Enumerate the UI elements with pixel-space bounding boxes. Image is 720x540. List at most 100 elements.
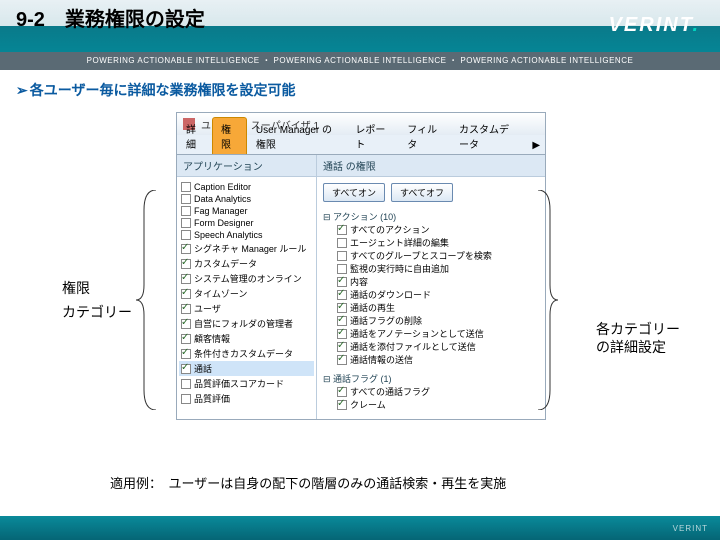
category-label: シグネチャ Manager ルール xyxy=(194,242,306,255)
category-item[interactable]: Form Designer xyxy=(179,217,314,229)
category-item[interactable]: シグネチャ Manager ルール xyxy=(179,241,314,256)
tree-item-label: 通話の再生 xyxy=(350,301,395,314)
checkbox[interactable] xyxy=(181,206,191,216)
tree-item-label: 通話を添付ファイルとして送信 xyxy=(350,340,476,353)
right-panel-header: 通話 の権限 xyxy=(317,155,545,177)
tree-item-label: すべての通話フラグ xyxy=(350,385,430,398)
category-item[interactable]: 条件付きカスタムデータ xyxy=(179,346,314,361)
checkbox[interactable] xyxy=(337,400,347,410)
app-window: ユーザー：スーパバイザ 1 詳細権限User Manager の権限レポートフィ… xyxy=(176,112,546,420)
category-label: Caption Editor xyxy=(194,182,251,192)
tree-item[interactable]: 監視の実行時に自由追加 xyxy=(323,262,539,275)
tree-item[interactable]: すべてのアクション xyxy=(323,223,539,236)
brace-right xyxy=(534,190,558,410)
category-item[interactable]: カスタムデータ xyxy=(179,256,314,271)
category-label: システム管理のオンライン xyxy=(194,272,302,285)
checkbox[interactable] xyxy=(337,290,347,300)
category-list: Caption Editor Data AnalyticsFag ManagerF… xyxy=(177,177,316,410)
tab-3[interactable]: レポート xyxy=(346,117,398,154)
label-category: カテゴリー xyxy=(62,302,132,322)
tree-item[interactable]: すべてのグループとスコープを検索 xyxy=(323,249,539,262)
tree-item[interactable]: 通話フラグの削除 xyxy=(323,314,539,327)
tree-item[interactable]: エージェント詳細の編集 xyxy=(323,236,539,249)
checkbox[interactable] xyxy=(337,387,347,397)
checkbox[interactable] xyxy=(181,218,191,228)
all-off-button[interactable]: すべてオフ xyxy=(391,183,453,202)
tab-overflow-icon[interactable]: ▶ xyxy=(527,136,545,154)
checkbox[interactable] xyxy=(181,319,191,329)
checkbox[interactable] xyxy=(181,379,191,389)
bottom-bar: VERINT xyxy=(0,516,720,540)
tree-item[interactable]: 通話の再生 xyxy=(323,301,539,314)
category-label: 条件付きカスタムデータ xyxy=(194,347,293,360)
tree-item-label: 内容 xyxy=(350,275,368,288)
tree-item[interactable]: 通話を添付ファイルとして送信 xyxy=(323,340,539,353)
category-item[interactable]: Caption Editor xyxy=(179,181,314,193)
checkbox[interactable] xyxy=(181,304,191,314)
tab-1[interactable]: 権限 xyxy=(212,117,247,154)
category-label: Speech Analytics xyxy=(194,230,263,240)
tree-item[interactable]: すべての通話フラグ xyxy=(323,385,539,398)
category-item[interactable]: 品質評価 xyxy=(179,391,314,406)
category-item[interactable]: ユーザ xyxy=(179,301,314,316)
category-label: タイムゾーン xyxy=(194,287,247,300)
checkbox[interactable] xyxy=(181,244,191,254)
checkbox[interactable] xyxy=(181,334,191,344)
category-item[interactable]: Data Analytics xyxy=(179,193,314,205)
checkbox[interactable] xyxy=(337,329,347,339)
all-on-button[interactable]: すべてオン xyxy=(323,183,385,202)
brace-left xyxy=(136,190,160,410)
left-panel-header: アプリケーション xyxy=(177,155,316,177)
category-item[interactable]: Speech Analytics xyxy=(179,229,314,241)
tree-item[interactable]: クレーム xyxy=(323,398,539,411)
brand-logo: VERINT. xyxy=(609,14,700,37)
category-item[interactable]: 自営にフォルダの管理者 xyxy=(179,316,314,331)
bullet-summary: 各ユーザー毎に詳細な業務権限を設定可能 xyxy=(16,80,704,100)
checkbox[interactable] xyxy=(337,303,347,313)
label-detail: 各カテゴリーの詳細設定 xyxy=(596,320,680,356)
tree-group-title[interactable]: ⊟ アクション (10) xyxy=(323,210,539,223)
tree-item[interactable]: 内容 xyxy=(323,275,539,288)
category-label: Data Analytics xyxy=(194,194,251,204)
tab-2[interactable]: User Manager の権限 xyxy=(247,117,346,154)
category-item[interactable]: 品質評価スコアカード xyxy=(179,376,314,391)
tree-item[interactable]: 通話のダウンロード xyxy=(323,288,539,301)
checkbox[interactable] xyxy=(337,264,347,274)
tree-item-label: 通話のダウンロード xyxy=(350,288,431,301)
category-item[interactable]: システム管理のオンライン xyxy=(179,271,314,286)
tree-item[interactable]: 通話をアノテーションとして送信 xyxy=(323,327,539,340)
tagline-bar: POWERING ACTIONABLE INTELLIGENCE ・ POWER… xyxy=(0,52,720,70)
checkbox[interactable] xyxy=(337,277,347,287)
checkbox[interactable] xyxy=(337,225,347,235)
checkbox[interactable] xyxy=(181,349,191,359)
footer-note: 適用例： ユーザーは自身の配下の階層のみの通話検索・再生を実施 xyxy=(110,473,506,492)
category-item[interactable]: Fag Manager xyxy=(179,205,314,217)
category-label: ユーザ xyxy=(194,302,221,315)
tree-item-label: 通話をアノテーションとして送信 xyxy=(350,327,484,340)
checkbox[interactable] xyxy=(337,316,347,326)
checkbox[interactable] xyxy=(337,342,347,352)
checkbox[interactable] xyxy=(337,355,347,365)
tree-item-label: エージェント詳細の編集 xyxy=(350,236,449,249)
checkbox[interactable] xyxy=(181,230,191,240)
tab-4[interactable]: フィルタ xyxy=(398,117,450,154)
category-item[interactable]: 顧客情報 xyxy=(179,331,314,346)
checkbox[interactable] xyxy=(181,259,191,269)
category-item[interactable]: 通話 xyxy=(179,361,314,376)
checkbox[interactable] xyxy=(181,364,191,374)
checkbox[interactable] xyxy=(181,274,191,284)
checkbox[interactable] xyxy=(181,194,191,204)
category-label: 品質評価スコアカード xyxy=(194,377,284,390)
checkbox[interactable] xyxy=(181,394,191,404)
checkbox[interactable] xyxy=(181,289,191,299)
category-item[interactable]: タイムゾーン xyxy=(179,286,314,301)
checkbox[interactable] xyxy=(337,251,347,261)
category-label: 自営にフォルダの管理者 xyxy=(194,317,293,330)
label-permission: 権限 xyxy=(62,278,90,298)
tree-group-title[interactable]: ⊟ 通話フラグ (1) xyxy=(323,372,539,385)
tab-0[interactable]: 詳細 xyxy=(177,117,212,154)
checkbox[interactable] xyxy=(337,238,347,248)
tree-item[interactable]: 通話情報の送信 xyxy=(323,353,539,366)
checkbox[interactable] xyxy=(181,182,191,192)
tab-5[interactable]: カスタムデータ xyxy=(450,117,527,154)
